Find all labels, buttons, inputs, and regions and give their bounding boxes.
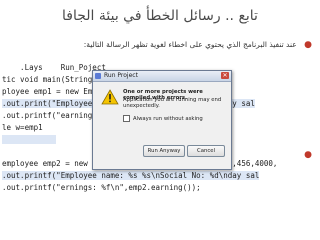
slide-title: تابع .. رسائل الخطأ في بيئة الجافا: [62, 8, 258, 24]
dialog-message: Application you are running may end unex…: [123, 97, 222, 109]
code-line: .out.printf("ernings: %f\n",emp2.earning…: [2, 183, 201, 192]
close-icon[interactable]: ✕: [221, 72, 229, 79]
checkbox-label: Always run without asking: [133, 115, 203, 122]
bullet-text: عند تنفيذ البرنامج الذي يحتوي على اخطاء …: [83, 40, 297, 49]
bullet-line: ● عند تنفيذ البرنامج الذي يحتوي على اخطا…: [12, 40, 312, 50]
warning-icon: [101, 89, 119, 105]
dialog-title: Run Project: [104, 72, 138, 79]
app-icon: [95, 73, 101, 79]
cancel-button[interactable]: Cancel: [187, 145, 225, 157]
run-anyway-button[interactable]: Run Anyway: [143, 145, 185, 157]
run-project-dialog: Run Project ✕ One or more projects were …: [92, 70, 232, 170]
always-run-checkbox[interactable]: [123, 115, 130, 122]
code-line: [2, 135, 57, 144]
bullet-icon: ●: [304, 40, 312, 50]
code-line: le w=emp1: [2, 123, 70, 132]
dialog-body: One or more projects were compiled with …: [93, 82, 231, 169]
dialog-titlebar[interactable]: Run Project ✕: [93, 71, 231, 82]
code-line: .out.printf("Employee name: %s %s\nSocia…: [2, 171, 260, 180]
always-run-checkbox-row[interactable]: Always run without asking: [123, 115, 203, 122]
bullet-icon: ●: [304, 150, 312, 160]
